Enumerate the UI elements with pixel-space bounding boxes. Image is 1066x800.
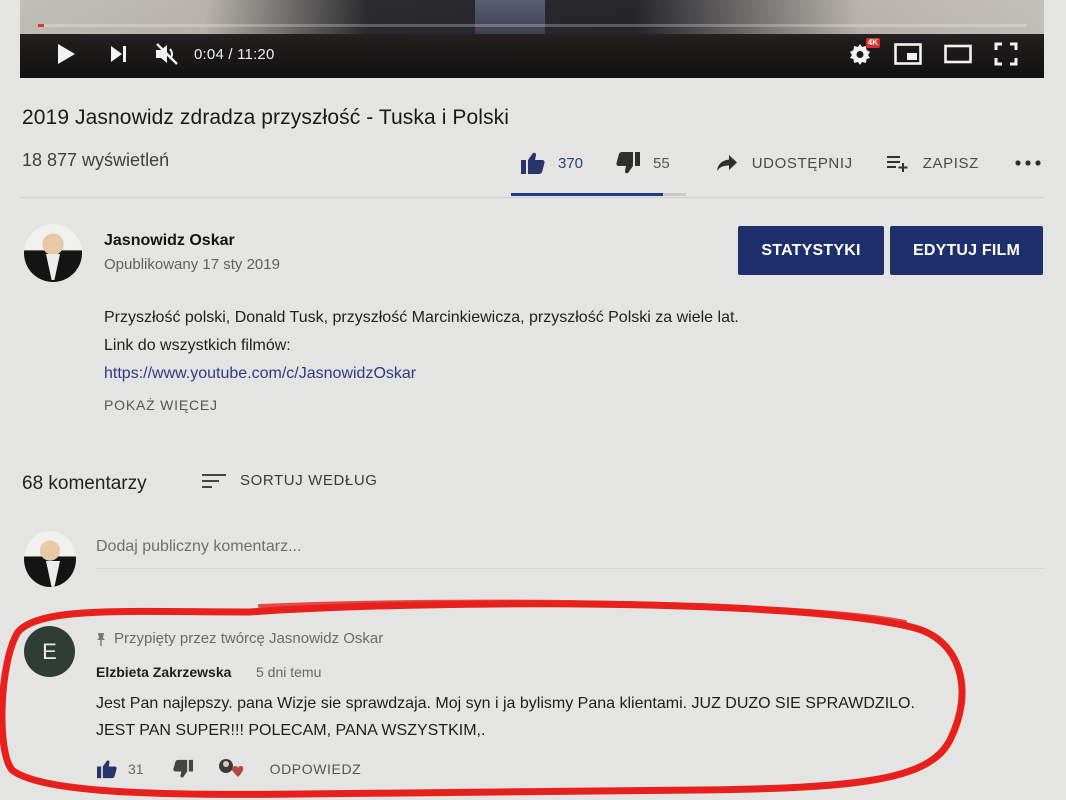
comment-time[interactable]: 5 dni temu <box>256 664 321 680</box>
save-label: ZAPISZ <box>922 154 979 172</box>
description-line: Link do wszystkich filmów: <box>104 337 291 354</box>
add-comment-input[interactable]: Dodaj publiczny komentarz... <box>96 538 301 556</box>
video-frame-detail <box>475 0 545 34</box>
share-arrow-icon <box>716 154 738 172</box>
player-right-controls: 4K <box>848 38 1018 66</box>
theater-icon[interactable] <box>944 44 972 64</box>
progress-played <box>38 24 44 27</box>
comment-text: Jest Pan najlepszy. pana Wizje sie spraw… <box>96 695 915 739</box>
comments-count: 68 komentarzy <box>22 473 147 494</box>
comment-dislike-button[interactable] <box>172 759 194 779</box>
progress-bar[interactable] <box>38 24 1026 27</box>
channel-link[interactable]: https://www.youtube.com/c/JasnowidzOskar <box>104 360 739 388</box>
dislike-button[interactable]: 55 <box>615 151 670 175</box>
commenter-avatar[interactable]: E <box>24 626 75 677</box>
mute-icon[interactable] <box>154 42 180 66</box>
player-controls: 0:04 / 11:20 4K <box>20 34 1044 74</box>
sentiment-like-fill <box>511 193 664 196</box>
share-button[interactable]: UDOSTĘPNIJ <box>716 154 853 172</box>
comment-author[interactable]: Elzbieta Zakrzewska <box>96 664 231 680</box>
playlist-add-icon <box>886 154 909 172</box>
video-player[interactable]: 0:04 / 11:20 4K <box>20 0 1044 78</box>
show-more-button[interactable]: POKAŻ WIĘCEJ <box>104 397 218 413</box>
sort-icon <box>202 473 226 489</box>
miniplayer-icon[interactable] <box>894 43 922 65</box>
pin-icon <box>96 632 106 646</box>
fullscreen-icon[interactable] <box>994 42 1018 66</box>
save-button[interactable]: ZAPISZ <box>886 154 979 172</box>
next-icon[interactable] <box>110 45 128 63</box>
settings-icon[interactable]: 4K <box>848 38 880 66</box>
description-line: Przyszłość polski, Donald Tusk, przyszło… <box>104 309 739 326</box>
dislike-count: 55 <box>653 154 670 172</box>
more-actions-button[interactable] <box>1015 160 1041 166</box>
comment-like-button[interactable] <box>96 759 118 779</box>
divider <box>20 197 1044 198</box>
video-actions: 370 55 UDOSTĘPNIJ ZAPISZ <box>520 148 1041 178</box>
comment-like-count: 31 <box>128 761 144 777</box>
edit-video-button[interactable]: EDYTUJ FILM <box>890 226 1043 275</box>
thumb-up-icon <box>520 151 546 175</box>
sentiment-bar <box>511 193 686 196</box>
more-horizontal-icon <box>1015 160 1041 166</box>
quality-badge: 4K <box>865 38 880 48</box>
creator-heart-icon[interactable] <box>218 758 244 780</box>
add-comment-underline <box>96 568 1044 569</box>
video-description: Przyszłość polski, Donald Tusk, przyszło… <box>104 304 739 388</box>
view-count: 18 877 wyświetleń <box>22 150 170 170</box>
pinned-text: Przypięty przez twórcę Jasnowidz Oskar <box>114 630 384 647</box>
share-label: UDOSTĘPNIJ <box>751 154 853 172</box>
like-button[interactable]: 370 <box>520 151 583 175</box>
reply-button[interactable]: ODPOWIEDZ <box>270 761 362 777</box>
statistics-button[interactable]: STATYSTYKI <box>738 226 884 275</box>
pinned-label: Przypięty przez twórcę Jasnowidz Oskar <box>96 630 383 647</box>
comment-actions: 31 ODPOWIEDZ <box>96 758 361 780</box>
play-icon[interactable] <box>56 43 76 65</box>
channel-name[interactable]: Jasnowidz Oskar <box>104 232 235 250</box>
video-title: 2019 Jasnowidz zdradza przyszłość - Tusk… <box>22 106 510 129</box>
publish-date: Opublikowany 17 sty 2019 <box>104 256 280 273</box>
sort-label: SORTUJ WEDŁUG <box>240 472 378 489</box>
user-avatar <box>24 531 76 587</box>
channel-avatar[interactable] <box>24 224 82 282</box>
sort-comments-button[interactable]: SORTUJ WEDŁUG <box>202 472 378 489</box>
like-count: 370 <box>558 154 584 172</box>
time-display: 0:04 / 11:20 <box>194 45 275 63</box>
thumb-down-icon <box>615 151 641 175</box>
